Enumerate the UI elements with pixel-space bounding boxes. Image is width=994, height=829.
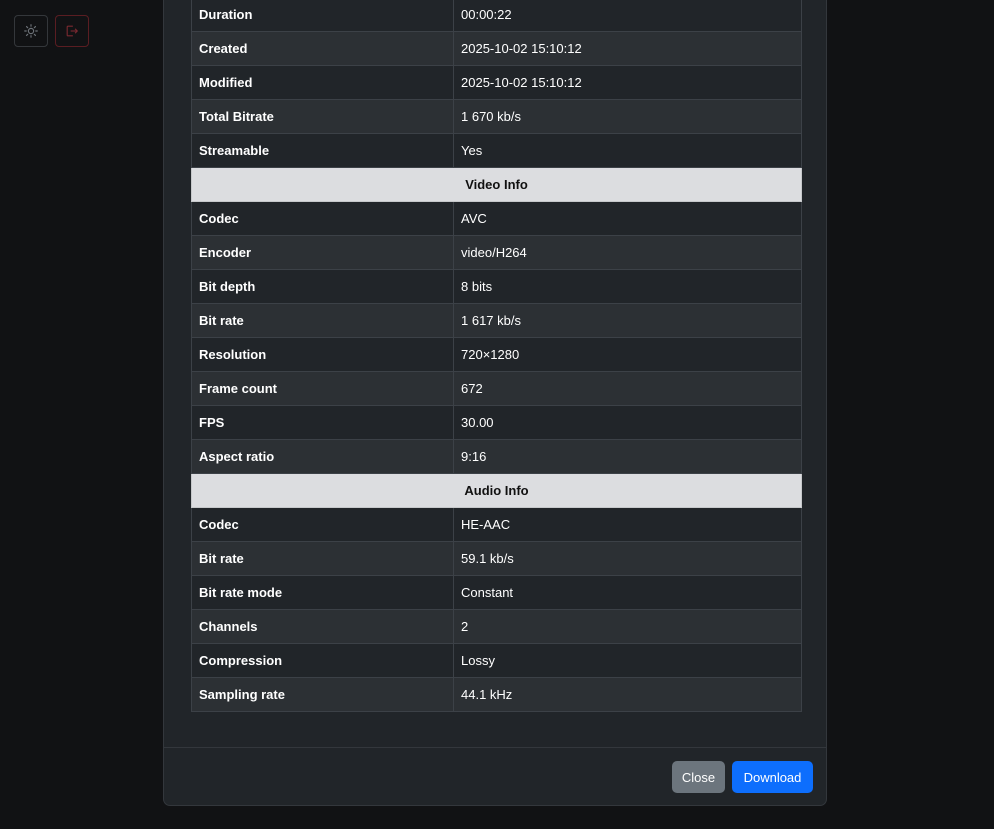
table-row: Encoder video/H264 <box>191 235 802 270</box>
table-row: Frame count 672 <box>191 371 802 406</box>
row-value: AVC <box>453 201 802 236</box>
download-button[interactable]: Download <box>732 761 813 793</box>
row-value: video/H264 <box>453 235 802 270</box>
row-value: Lossy <box>453 643 802 678</box>
table-row: Bit rate 59.1 kb/s <box>191 541 802 576</box>
row-key: Created <box>191 31 454 66</box>
top-controls <box>14 15 89 47</box>
row-value: 2 <box>453 609 802 644</box>
table-row: Streamable Yes <box>191 133 802 168</box>
row-value: 44.1 kHz <box>453 677 802 712</box>
table-row: Channels 2 <box>191 609 802 644</box>
table-row: FPS 30.00 <box>191 405 802 440</box>
theme-toggle-button[interactable] <box>14 15 48 47</box>
row-value: 00:00:22 <box>453 0 802 32</box>
table-row: Bit rate mode Constant <box>191 575 802 610</box>
row-value: 2025-10-02 15:10:12 <box>453 31 802 66</box>
row-value: 9:16 <box>453 439 802 474</box>
table-row: Codec AVC <box>191 201 802 236</box>
modal-body: Duration 00:00:22 Created 2025-10-02 15:10:… <box>191 0 802 712</box>
row-key: Compression <box>191 643 454 678</box>
row-value: 2025-10-02 15:10:12 <box>453 65 802 100</box>
row-key: Encoder <box>191 235 454 270</box>
row-value: 672 <box>453 371 802 406</box>
table-row: Modified 2025-10-02 15:10:12 <box>191 65 802 100</box>
row-value: 1 617 kb/s <box>453 303 802 338</box>
media-info-modal: Duration 00:00:22 Created 2025-10-02 15:10:… <box>163 0 827 806</box>
row-key: Sampling rate <box>191 677 454 712</box>
section-header-video: Video Info <box>191 167 802 202</box>
row-key: Resolution <box>191 337 454 372</box>
logout-button[interactable] <box>55 15 89 47</box>
row-key: Bit depth <box>191 269 454 304</box>
table-row: Total Bitrate 1 670 kb/s <box>191 99 802 134</box>
row-key: Codec <box>191 201 454 236</box>
row-value: 59.1 kb/s <box>453 541 802 576</box>
row-key: FPS <box>191 405 454 440</box>
table-row: Bit rate 1 617 kb/s <box>191 303 802 338</box>
row-key: Aspect ratio <box>191 439 454 474</box>
row-key: Bit rate <box>191 303 454 338</box>
row-value: 8 bits <box>453 269 802 304</box>
table-row: Resolution 720×1280 <box>191 337 802 372</box>
row-value: Yes <box>453 133 802 168</box>
table-row: Duration 00:00:22 <box>191 0 802 32</box>
row-key: Total Bitrate <box>191 99 454 134</box>
row-key: Bit rate <box>191 541 454 576</box>
row-key: Channels <box>191 609 454 644</box>
table-row: Sampling rate 44.1 kHz <box>191 677 802 712</box>
row-value: HE-AAC <box>453 507 802 542</box>
section-title: Audio Info <box>191 473 802 508</box>
row-value: 1 670 kb/s <box>453 99 802 134</box>
table-row: Bit depth 8 bits <box>191 269 802 304</box>
section-header-audio: Audio Info <box>191 473 802 508</box>
media-info-table: Duration 00:00:22 Created 2025-10-02 15:10:… <box>191 0 802 712</box>
table-row: Compression Lossy <box>191 643 802 678</box>
section-title: Video Info <box>191 167 802 202</box>
table-row: Aspect ratio 9:16 <box>191 439 802 474</box>
page: Duration 00:00:22 Created 2025-10-02 15:10:… <box>0 0 994 829</box>
row-key: Modified <box>191 65 454 100</box>
row-value: Constant <box>453 575 802 610</box>
row-key: Duration <box>191 0 454 32</box>
row-key: Streamable <box>191 133 454 168</box>
row-key: Codec <box>191 507 454 542</box>
logout-icon <box>65 24 79 38</box>
row-value: 720×1280 <box>453 337 802 372</box>
table-row: Created 2025-10-02 15:10:12 <box>191 31 802 66</box>
modal-footer: Close Download <box>164 747 826 805</box>
row-value: 30.00 <box>453 405 802 440</box>
row-key: Bit rate mode <box>191 575 454 610</box>
close-button[interactable]: Close <box>672 761 725 793</box>
table-row: Codec HE-AAC <box>191 507 802 542</box>
row-key: Frame count <box>191 371 454 406</box>
sun-icon <box>24 24 38 38</box>
